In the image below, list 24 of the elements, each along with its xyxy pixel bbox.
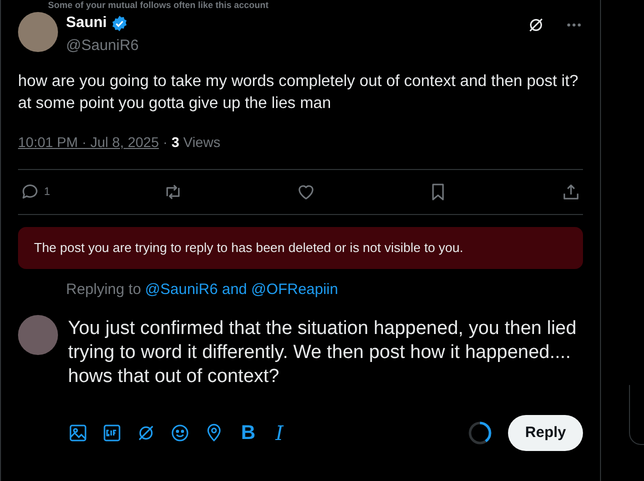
emoji-icon[interactable] xyxy=(170,423,190,443)
share-icon[interactable] xyxy=(561,182,581,202)
error-banner: The post you are trying to reply to has been deleted or is not visible to you. xyxy=(18,227,583,268)
author-handle[interactable]: @SauniR6 xyxy=(66,34,519,57)
image-icon[interactable] xyxy=(68,423,88,443)
views-count: 3 Views xyxy=(172,133,220,152)
post-text: how are you going to take my words completely out of context and then post it? at some point you gotta give up the lies man xyxy=(18,72,580,114)
italic-button[interactable]: I xyxy=(272,423,286,443)
side-panel xyxy=(629,385,644,445)
heart-icon[interactable] xyxy=(296,182,316,202)
bold-button[interactable]: B xyxy=(238,423,258,443)
mention-link[interactable]: @SauniR6 and @OFReapiin xyxy=(145,278,338,301)
reply-button[interactable]: Reply xyxy=(508,415,583,451)
reply-count: 1 xyxy=(44,184,50,200)
reply-input[interactable]: You just confirmed that the situation happened, you then lied trying to word it differently. We then post how it happened.... hows that out of context? xyxy=(68,315,583,389)
context-text: Some of your mutual follows often like this account xyxy=(48,0,269,10)
replying-to-label: Replying to xyxy=(66,280,142,300)
avatar[interactable] xyxy=(18,315,58,355)
post-timestamp[interactable]: 10:01 PM · Jul 8, 2025 xyxy=(18,132,159,153)
character-progress-ring xyxy=(468,421,492,445)
separator-dot: · xyxy=(162,133,168,152)
author-name[interactable]: Sauni xyxy=(66,12,107,34)
avatar[interactable] xyxy=(18,12,58,52)
gif-icon[interactable] xyxy=(102,423,122,443)
